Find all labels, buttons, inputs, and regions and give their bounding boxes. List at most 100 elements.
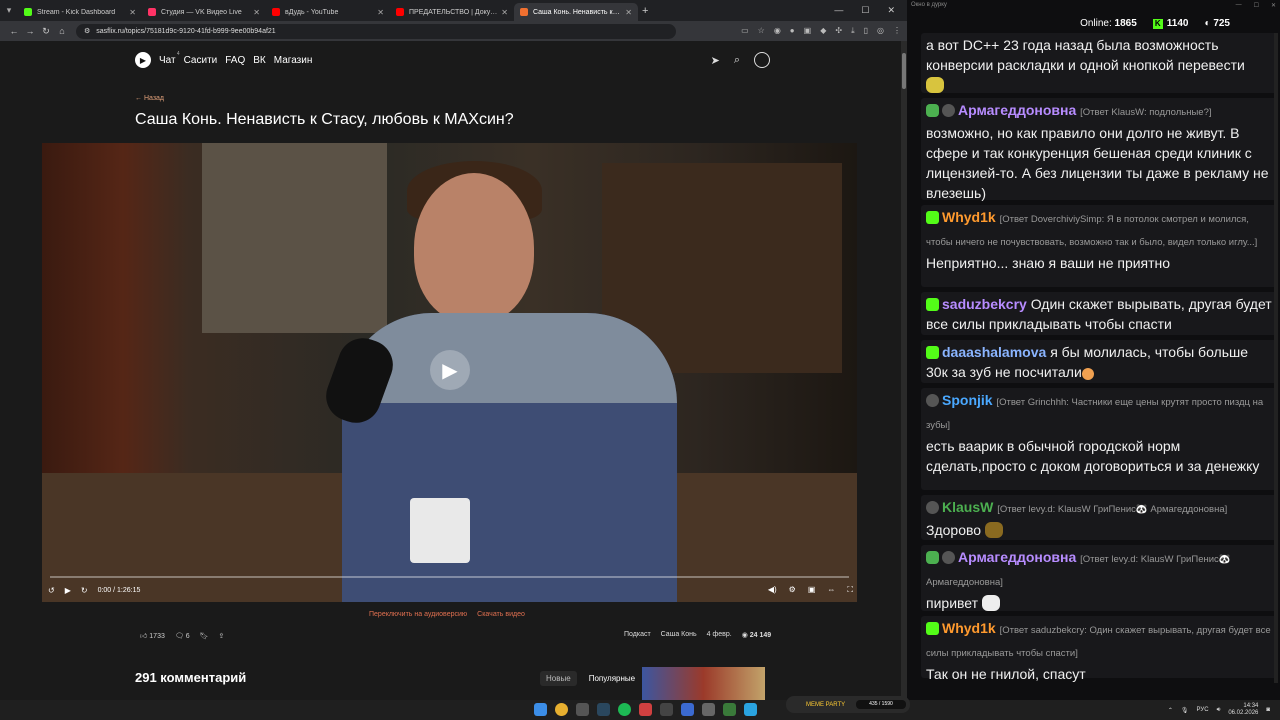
sort-new-tab[interactable]: Новые bbox=[540, 671, 577, 686]
puzzle-icon[interactable]: ✣ bbox=[835, 26, 842, 36]
tag-podcast[interactable]: Подкаст bbox=[624, 631, 651, 639]
nav-chat[interactable]: Чат 4 bbox=[159, 51, 180, 66]
chrome-icon[interactable] bbox=[555, 703, 568, 716]
split-icon[interactable]: ▯ bbox=[864, 26, 868, 36]
scrollbar-thumb[interactable] bbox=[902, 53, 906, 89]
user-avatar-icon[interactable] bbox=[754, 52, 770, 68]
reload-icon[interactable]: ↻ bbox=[38, 26, 54, 37]
notification-icon[interactable]: ◙ bbox=[1266, 707, 1270, 713]
tab-youtube-dud[interactable]: вДудь - YouTube ✕ bbox=[266, 3, 390, 21]
username[interactable]: KlausW bbox=[942, 499, 993, 515]
volume-tray-icon[interactable]: 🔊︎ bbox=[1217, 707, 1221, 714]
play-overlay-icon[interactable]: ▶ bbox=[430, 350, 470, 390]
maximize-icon[interactable]: ☐ bbox=[1254, 2, 1259, 10]
app-icon[interactable] bbox=[639, 703, 652, 716]
extension-icon[interactable]: ◆ bbox=[820, 26, 826, 36]
back-link[interactable]: ← Назад bbox=[135, 95, 164, 102]
menu-dots-icon[interactable]: ⋮ bbox=[893, 26, 901, 36]
tag-person[interactable]: Саша Конь bbox=[661, 631, 697, 639]
rewind-icon[interactable]: ↺ bbox=[48, 586, 55, 595]
forward-icon[interactable]: ↻ bbox=[81, 586, 88, 595]
meme-party-widget[interactable]: MEME PARTY 435 / 1590 bbox=[786, 696, 910, 713]
tray-chevron-icon[interactable]: ⌃ bbox=[1168, 707, 1173, 714]
microphone-icon[interactable]: 🎙︎ bbox=[1181, 707, 1189, 714]
close-tab-icon[interactable]: ✕ bbox=[377, 8, 384, 17]
app-icon[interactable] bbox=[660, 703, 673, 716]
windows-start-icon[interactable] bbox=[534, 703, 547, 716]
language-indicator[interactable]: РУС bbox=[1197, 707, 1209, 713]
nav-vk[interactable]: ВК bbox=[253, 55, 266, 66]
spotify-icon[interactable] bbox=[618, 703, 631, 716]
close-tab-icon[interactable]: ✕ bbox=[501, 8, 508, 17]
close-tab-icon[interactable]: ✕ bbox=[129, 8, 136, 17]
message-text: возможно, но как правило они долго не жи… bbox=[926, 125, 1269, 201]
related-video-thumbnail[interactable] bbox=[642, 667, 765, 700]
app-icon[interactable] bbox=[723, 703, 736, 716]
app-icon[interactable] bbox=[681, 703, 694, 716]
like-button[interactable]: 👍︎ 1733 bbox=[140, 631, 165, 640]
username[interactable]: Sponjik bbox=[942, 392, 993, 408]
close-window-icon[interactable]: ✕ bbox=[1271, 2, 1276, 10]
site-info-icon[interactable]: ⚙ bbox=[84, 27, 90, 35]
download-icon[interactable]: ⤓ bbox=[851, 26, 855, 36]
sort-popular-tab[interactable]: Популярные bbox=[582, 671, 642, 686]
tab-vk-studio[interactable]: Студия — VK Видео Live ✕ bbox=[142, 3, 266, 21]
username[interactable]: Whyd1k bbox=[942, 209, 996, 225]
app-icon[interactable] bbox=[702, 703, 715, 716]
extension-icon[interactable]: ▣ bbox=[804, 26, 812, 36]
close-tab-icon[interactable]: ✕ bbox=[253, 8, 260, 17]
back-arrow-icon[interactable]: ← bbox=[6, 26, 22, 36]
play-icon[interactable]: ▶ bbox=[65, 586, 71, 595]
url-input[interactable]: ⚙ sasflix.ru/topics/75181d9c-9120-41fd-b… bbox=[76, 23, 676, 39]
app-icon[interactable] bbox=[576, 703, 589, 716]
tab-kick-dashboard[interactable]: Stream - Kick Dashboard ✕ bbox=[18, 3, 142, 21]
share-icon[interactable]: ⇪ bbox=[219, 632, 225, 640]
comments-button[interactable]: 🗨︎ 6 bbox=[175, 632, 190, 640]
nav-sasiti[interactable]: Сасити bbox=[184, 55, 218, 66]
minimize-icon[interactable]: — bbox=[1236, 2, 1242, 10]
video-player[interactable]: ▶ ↺ ▶ ↻ 0:00 / 1:26:15 ◀) ⚙ ▣ ⇔ ⛶ bbox=[42, 143, 857, 602]
pip-icon[interactable]: ▣ bbox=[808, 585, 816, 595]
nav-faq[interactable]: FAQ bbox=[225, 55, 245, 66]
new-tab-icon[interactable]: + bbox=[642, 5, 648, 17]
username[interactable]: Армагеддоновна bbox=[958, 102, 1076, 118]
profile-icon[interactable]: ◎ bbox=[877, 26, 884, 36]
volume-icon[interactable]: ◀) bbox=[768, 585, 777, 595]
tab-sasflix-active[interactable]: Саша Конь. Ненависть к Стасу ✕ bbox=[514, 3, 638, 21]
bookmark-icon[interactable]: 🔖︎ bbox=[200, 632, 209, 640]
username[interactable]: saduzbekcry bbox=[942, 296, 1027, 312]
cast-icon[interactable]: ▭ bbox=[741, 26, 749, 36]
maximize-icon[interactable]: ☐ bbox=[861, 5, 869, 16]
extension-icon[interactable]: ◉ bbox=[774, 26, 781, 36]
chat-scrollbar[interactable] bbox=[1274, 33, 1278, 683]
tab-youtube-betrayal[interactable]: ПРЕДАТЕЛЬСТВО | Документаль ✕ bbox=[390, 3, 514, 21]
like-count: 1733 bbox=[149, 633, 165, 640]
username[interactable]: daaashalamova bbox=[942, 344, 1046, 360]
clock[interactable]: 14:34 06.02.2026 bbox=[1228, 703, 1258, 717]
bookmark-star-icon[interactable]: ☆ bbox=[758, 26, 765, 36]
thumbs-up-icon: 👍︎ bbox=[140, 633, 148, 640]
video-progress-bar[interactable] bbox=[50, 576, 849, 578]
nav-shop[interactable]: Магазин bbox=[274, 55, 313, 66]
theater-icon[interactable]: ⇔ bbox=[827, 585, 835, 595]
search-icon[interactable]: ⌕ bbox=[734, 54, 740, 67]
send-icon[interactable]: ➤ bbox=[711, 54, 720, 67]
emoji-icon bbox=[1081, 368, 1094, 380]
fullscreen-icon[interactable]: ⛶ bbox=[847, 585, 853, 595]
extension-icon[interactable]: ● bbox=[790, 26, 795, 36]
minimize-icon[interactable]: — bbox=[834, 5, 843, 16]
close-window-icon[interactable]: ✕ bbox=[887, 5, 895, 16]
audio-version-link[interactable]: Переключить на аудиоверсию bbox=[369, 611, 467, 618]
username[interactable]: Whyd1k bbox=[942, 620, 996, 636]
forward-arrow-icon[interactable]: → bbox=[22, 26, 38, 36]
close-tab-icon[interactable]: ✕ bbox=[625, 8, 632, 17]
home-icon[interactable]: ⌂ bbox=[54, 26, 70, 36]
tab-search-icon[interactable]: ▾ bbox=[0, 0, 18, 21]
username[interactable]: Армагеддоновна bbox=[958, 549, 1076, 565]
telegram-icon[interactable] bbox=[744, 703, 757, 716]
site-logo-play-icon[interactable]: ▶ bbox=[135, 52, 151, 68]
message-text: Здорово bbox=[926, 522, 982, 538]
settings-icon[interactable]: ⚙ bbox=[789, 585, 796, 595]
steam-icon[interactable] bbox=[597, 703, 610, 716]
download-video-link[interactable]: Скачать видео bbox=[477, 611, 525, 618]
